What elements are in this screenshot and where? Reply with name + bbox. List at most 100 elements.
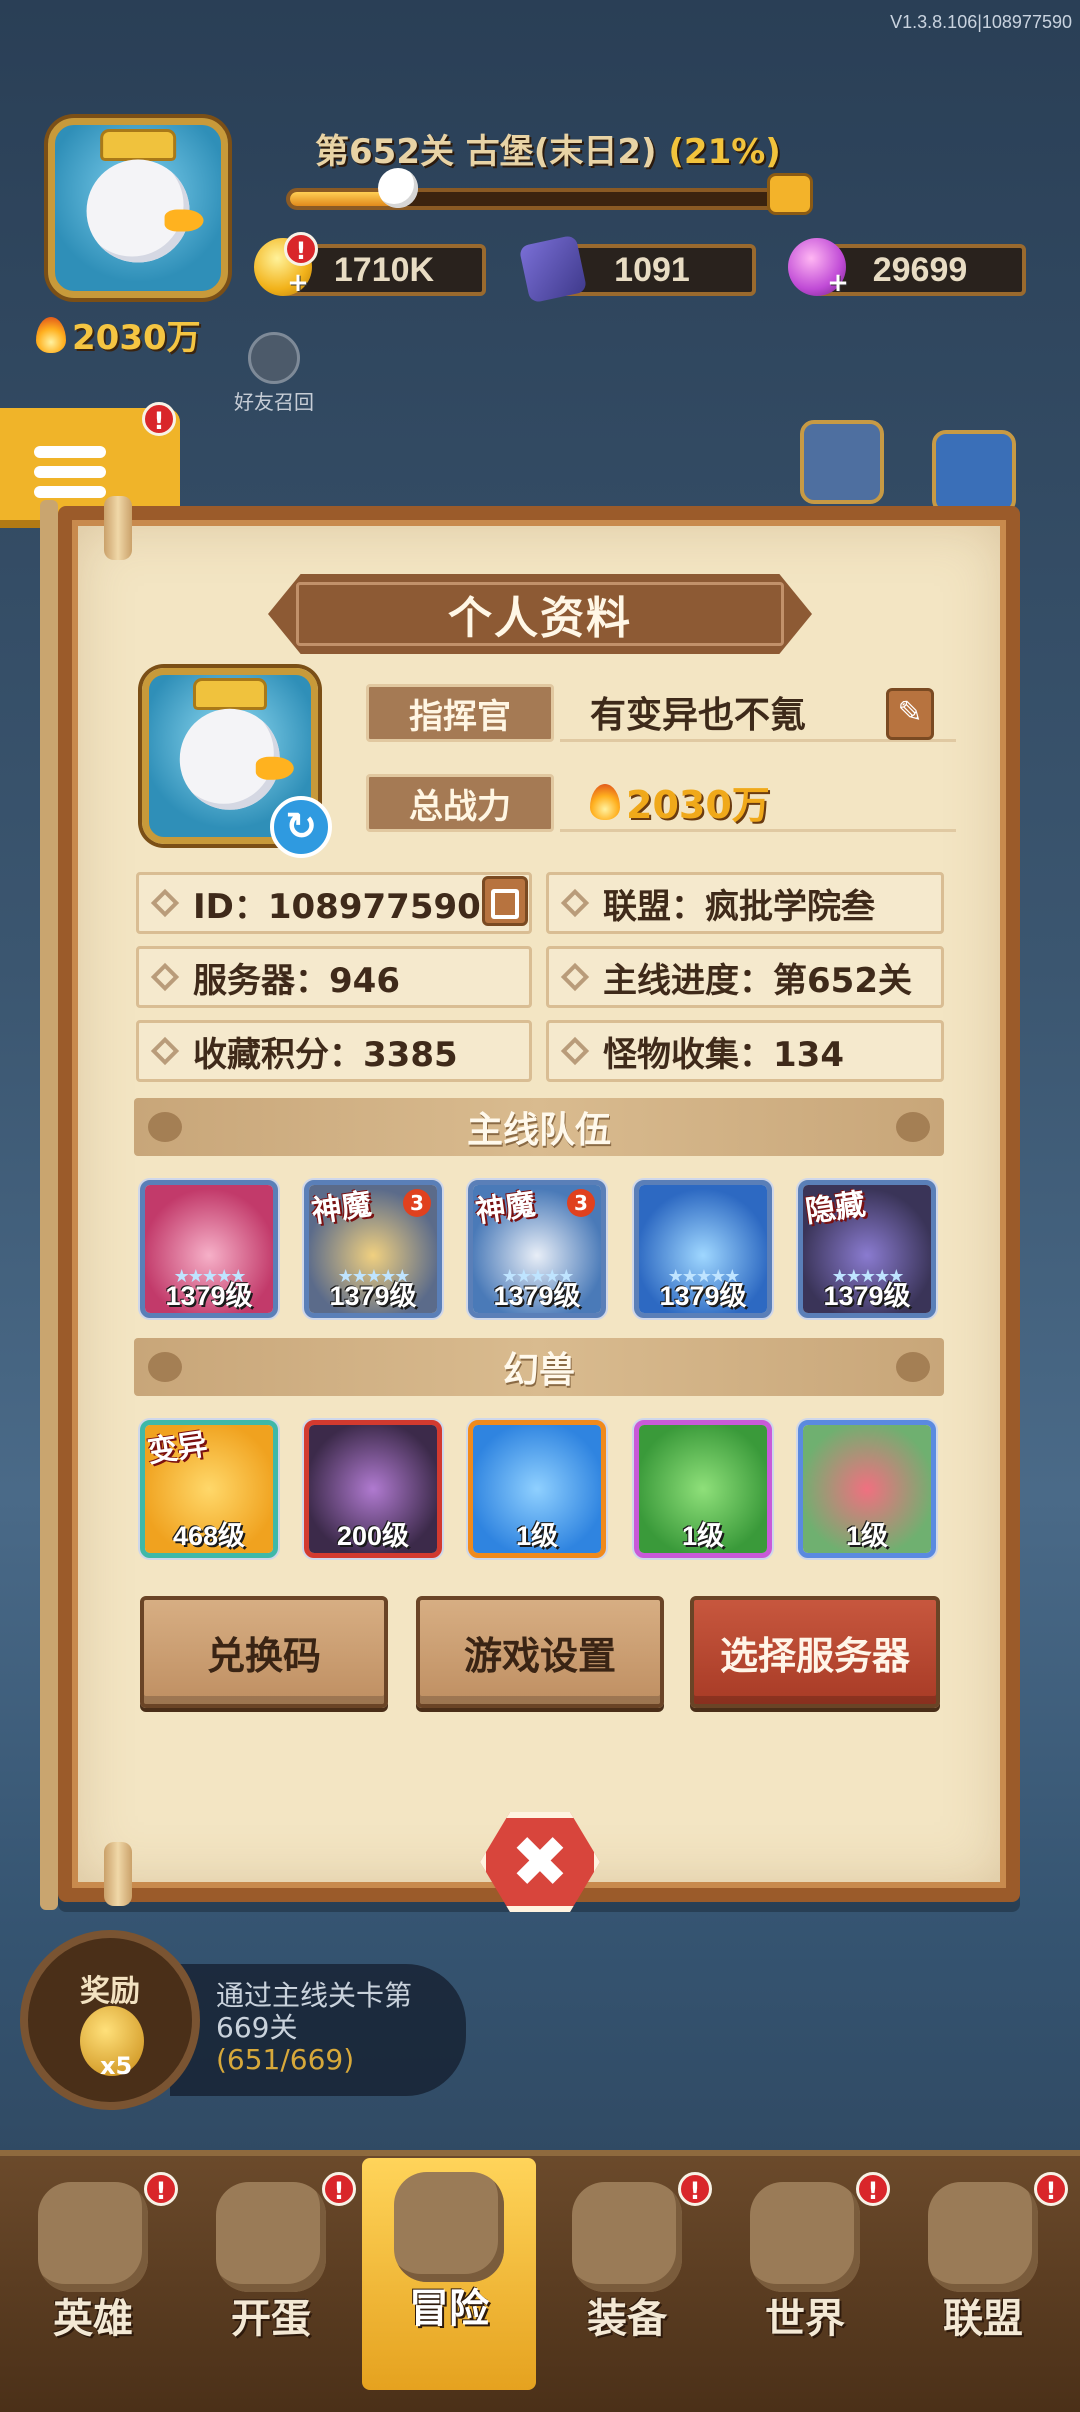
beast-card[interactable]: 1级 [468, 1420, 606, 1558]
reward-title: 奖励 [80, 1974, 140, 2009]
nav-tab-label: 开蛋 [231, 2296, 311, 2342]
collection-row: 收藏积分：3385 [136, 1020, 532, 1082]
server-number: 服务器：946 [193, 960, 400, 1001]
nav-alert-badge: ! [322, 2172, 356, 2206]
team-hero-card[interactable]: ★★★★★ 1379级 [140, 1180, 278, 1318]
hero-level: 1379级 [659, 1281, 747, 1311]
anvil-icon [572, 2182, 682, 2292]
reward-count: x5 [100, 2052, 133, 2080]
dialog-title-banner: 个人资料 [268, 574, 812, 654]
add-gem-icon[interactable]: + [826, 270, 850, 296]
beast-section-header: 幻兽 [134, 1338, 944, 1396]
close-icon: ✖ [510, 1821, 570, 1903]
beast-card[interactable]: 1级 [798, 1420, 936, 1558]
main-progress: 主线进度：第652关 [603, 960, 912, 1001]
level-progress-bar [286, 188, 806, 210]
nav-tab-3[interactable]: 装备! [540, 2168, 714, 2368]
egg-icon [216, 2182, 326, 2292]
scroll-pin-icon [104, 496, 132, 560]
level-title-text: 第652关 古堡(末日2) [315, 132, 657, 172]
add-gold-icon[interactable]: + [286, 270, 310, 296]
nav-tab-1[interactable]: 开蛋! [184, 2168, 358, 2368]
vs-event-icon[interactable] [800, 420, 884, 504]
hero-icon [38, 2182, 148, 2292]
reward-quest-text: 通过主线关卡第669关 [216, 1979, 413, 2044]
hud-power: 2030万 [36, 310, 201, 359]
friend-recall-label: 好友召回 [234, 390, 314, 414]
game-settings-button[interactable]: 游戏设置 [416, 1596, 664, 1708]
edit-name-button[interactable]: ✎ [886, 688, 934, 740]
book-value: 1091 [614, 250, 690, 289]
monster-row: 怪物收集：134 [546, 1020, 944, 1082]
hero-star-level: 3 [403, 1189, 431, 1217]
hero-level: 1379级 [823, 1281, 911, 1311]
nav-tab-label: 冒险 [409, 2286, 489, 2332]
redeem-code-button[interactable]: 兑换码 [140, 1596, 388, 1708]
player-avatar[interactable] [48, 118, 228, 298]
beast-level: 1级 [845, 1521, 889, 1551]
book-icon [518, 234, 588, 304]
reward-quest-box[interactable]: 通过主线关卡第669关 (651/669) [170, 1964, 466, 2096]
duck-hero-icon [86, 159, 204, 263]
beast-tag: 变异 [145, 1426, 210, 1470]
scroll-pin-icon [104, 1842, 132, 1906]
level-percent: (21%) [668, 132, 781, 172]
nav-tab-5[interactable]: 联盟! [896, 2168, 1070, 2368]
duck-hero-icon [179, 709, 295, 810]
team-hero-card[interactable]: ★★★★★ 1379级 隐藏 [798, 1180, 936, 1318]
flame-icon [36, 316, 66, 353]
team-hero-card[interactable]: ★★★★★ 1379级 神魔 3 [468, 1180, 606, 1318]
recall-icon [248, 332, 300, 384]
team-hero-card[interactable]: ★★★★★ 1379级 [634, 1180, 772, 1318]
hero-level: 1379级 [165, 1281, 253, 1311]
version-label: V1.3.8.106|108977590 [890, 12, 1072, 32]
total-power-value: 2030万 [626, 783, 770, 827]
crown-icon [195, 681, 265, 708]
nav-alert-badge: ! [1034, 2172, 1068, 2206]
beast-level: 1级 [515, 1521, 559, 1551]
nav-tab-label: 世界 [765, 2296, 845, 2342]
swords-icon [394, 2172, 504, 2282]
diamond-icon [560, 1036, 590, 1066]
total-power: 2030万 [560, 774, 956, 832]
nav-tab-0[interactable]: 英雄! [6, 2168, 180, 2368]
nav-alert-badge: ! [144, 2172, 178, 2206]
monster-count: 怪物收集：134 [603, 1034, 844, 1075]
beast-level: 468级 [172, 1521, 246, 1551]
nav-tab-4[interactable]: 世界! [718, 2168, 892, 2368]
bottom-nav: 英雄! 开蛋! 冒险 装备! 世界! 联盟! [0, 2150, 1080, 2412]
hero-tag: 神魔 [309, 1186, 374, 1230]
hero-tag: 隐藏 [803, 1186, 868, 1230]
diamond-icon [150, 962, 180, 992]
select-server-button[interactable]: 选择服务器 [690, 1596, 940, 1708]
gem-value: 29699 [872, 250, 968, 289]
map-icon [750, 2182, 860, 2292]
gold-alert-badge: ! [284, 232, 318, 266]
total-power-label: 总战力 [366, 774, 554, 832]
flame-icon [590, 783, 620, 820]
copy-id-button[interactable] [482, 876, 528, 926]
ornament-icon [148, 1352, 182, 1382]
commander-label: 指挥官 [366, 684, 554, 742]
video-event-icon[interactable] [932, 430, 1016, 514]
change-avatar-icon[interactable]: ↻ [270, 796, 332, 858]
alliance-row: 联盟：疯批学院叁 [546, 872, 944, 934]
dialog-title: 个人资料 [448, 593, 632, 644]
beast-card[interactable]: 468级 变异 [140, 1420, 278, 1558]
beast-card[interactable]: 1级 [634, 1420, 772, 1558]
nav-tab-label: 装备 [587, 2296, 667, 2342]
beast-section-title: 幻兽 [502, 1350, 575, 1391]
reward-wheel[interactable]: 奖励 x5 [20, 1930, 200, 2110]
nav-tab-label: 联盟 [943, 2296, 1023, 2342]
nav-tab-2[interactable]: 冒险 [362, 2158, 536, 2390]
beast-card[interactable]: 200级 [304, 1420, 442, 1558]
menu-alert-badge: ! [142, 402, 176, 436]
team-hero-card[interactable]: ★★★★★ 1379级 神魔 3 [304, 1180, 442, 1318]
progress-bird-icon [378, 168, 418, 208]
friend-recall-button[interactable]: 好友召回 [234, 332, 314, 415]
nav-tab-label: 英雄 [53, 2296, 133, 2342]
ornament-icon [896, 1112, 930, 1142]
hero-level: 1379级 [329, 1281, 417, 1311]
scroll-edge [40, 500, 58, 1910]
diamond-icon [560, 888, 590, 918]
